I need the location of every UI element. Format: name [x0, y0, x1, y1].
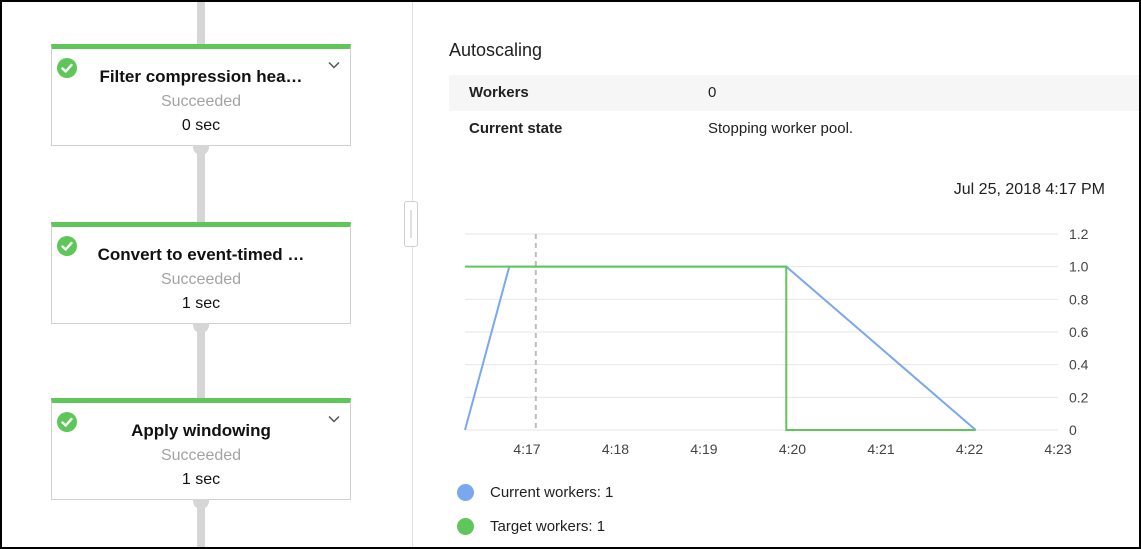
edge-connector [197, 148, 205, 222]
screenshot-frame: Filter compression hea… Succeeded 0 sec … [0, 0, 1141, 549]
autoscaling-panel: Autoscaling Workers 0 Current state Stop… [413, 2, 1139, 547]
y-tick-label: 1.0 [1069, 259, 1089, 275]
check-circle-icon [57, 58, 77, 78]
check-circle-icon [57, 412, 77, 432]
autoscaling-chart: 1.2 1.0 0.8 0.6 0.4 0.2 0 4:17 4:18 4:19 4:20 4:21 4… [464, 226, 1089, 457]
y-tick-label: 0.8 [1069, 291, 1089, 307]
y-tick-label: 0.2 [1069, 389, 1089, 405]
y-tick-label: 0.6 [1069, 324, 1089, 340]
check-circle-icon [57, 236, 77, 256]
step-node-convert-event-timed[interactable]: Convert to event-timed … Succeeded 1 sec [51, 222, 351, 324]
step-node-filter-compression[interactable]: Filter compression hea… Succeeded 0 sec [51, 44, 351, 146]
target-workers-line [465, 265, 976, 431]
step-status: Succeeded [160, 271, 242, 288]
legend-swatch-target [457, 518, 474, 535]
current-workers-line [464, 265, 977, 431]
step-duration: 1 sec [181, 295, 221, 312]
legend-label-current: Current workers: 1 [490, 484, 614, 501]
output-port [193, 323, 209, 333]
y-tick-label: 0 [1069, 422, 1077, 438]
edge-connector [197, 324, 205, 400]
x-tick-label: 4:21 [867, 441, 894, 457]
x-tick-label: 4:23 [1044, 441, 1071, 457]
step-title: Apply windowing [131, 421, 271, 440]
x-tick-label: 4:18 [602, 441, 629, 457]
edge-connector [197, 2, 205, 44]
x-tick-label: 4:19 [690, 441, 717, 457]
step-node-apply-windowing[interactable]: Apply windowing Succeeded 1 sec [51, 398, 351, 500]
y-tick-label: 0.4 [1069, 357, 1089, 373]
output-port [193, 145, 209, 155]
x-tick-label: 4:17 [513, 441, 540, 457]
pipeline-graph: Filter compression hea… Succeeded 0 sec … [2, 2, 412, 547]
step-duration: 0 sec [181, 117, 221, 134]
step-title: Filter compression hea… [99, 67, 303, 86]
chevron-down-icon[interactable] [326, 411, 342, 427]
output-port [193, 499, 209, 509]
x-tick-label: 4:22 [956, 441, 983, 457]
step-status: Succeeded [160, 93, 242, 110]
chevron-down-icon[interactable] [326, 57, 342, 73]
legend-swatch-current [457, 484, 474, 501]
legend-label-target: Target workers: 1 [490, 518, 606, 535]
y-tick-label: 1.2 [1069, 226, 1089, 242]
x-tick-label: 4:20 [779, 441, 806, 457]
step-duration: 1 sec [181, 471, 221, 488]
step-title: Convert to event-timed … [97, 245, 305, 264]
step-status: Succeeded [160, 447, 242, 464]
